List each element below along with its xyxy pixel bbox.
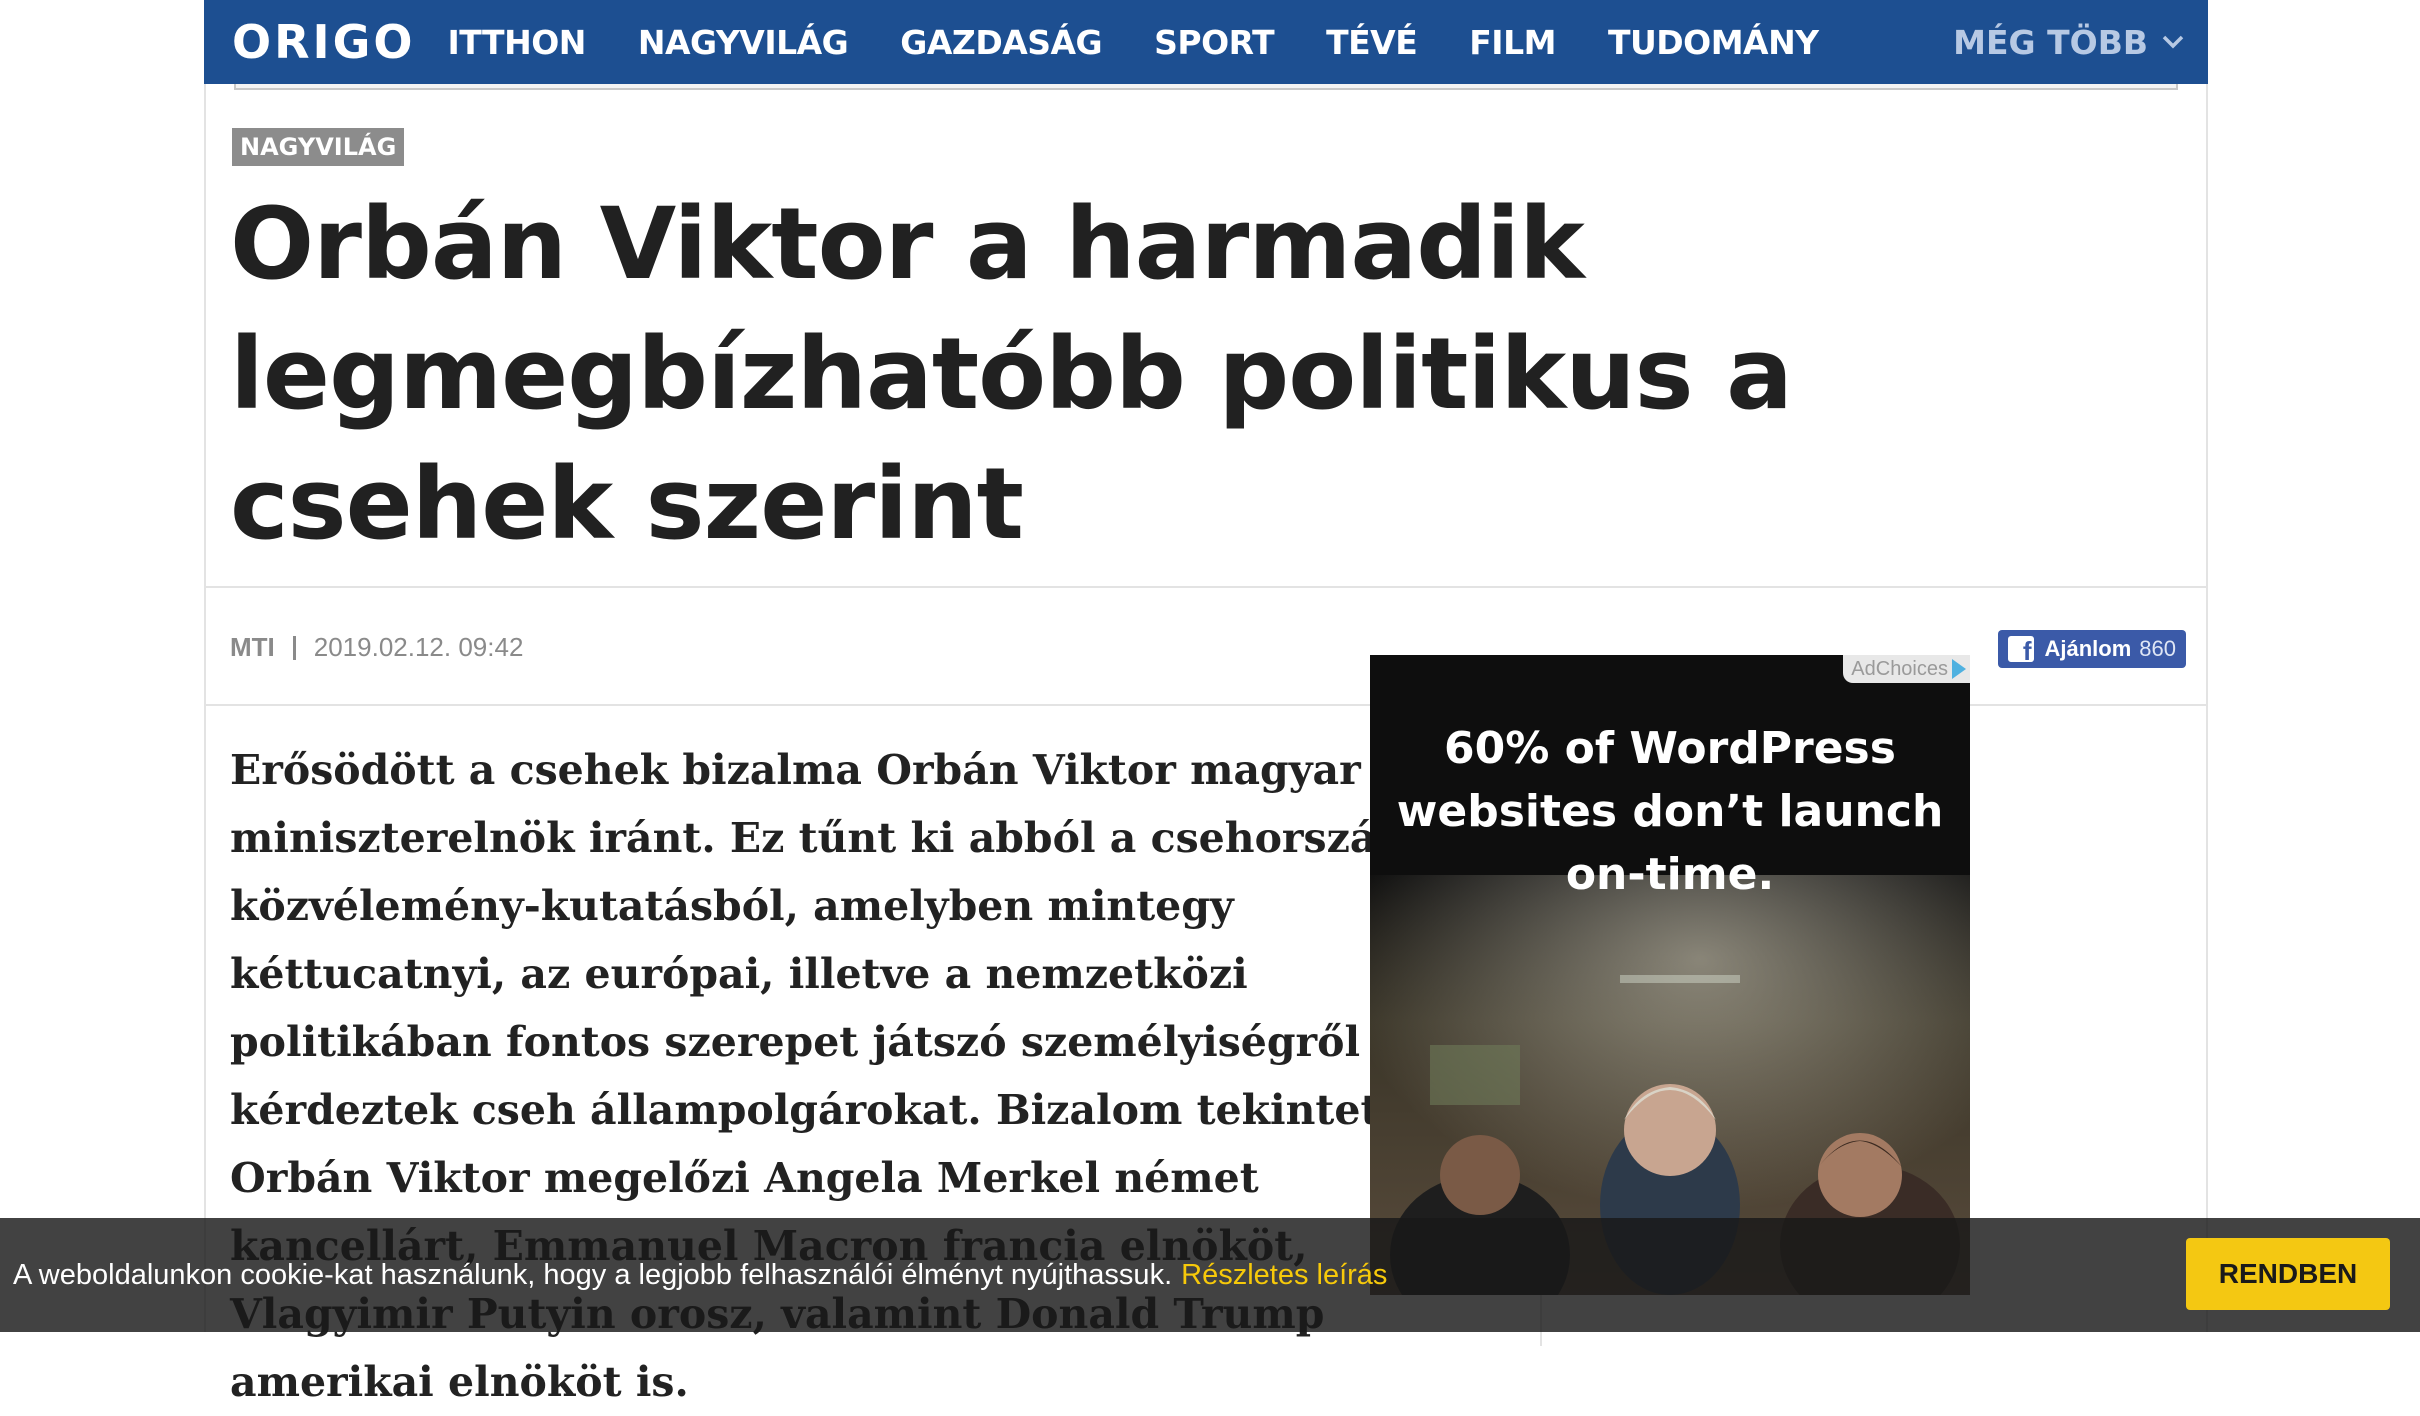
- divider: [206, 586, 2206, 588]
- cookie-message-text: A weboldalunkon cookie-kat használunk, h…: [13, 1258, 1173, 1291]
- more-menu-label: MÉG TÖBB: [1953, 22, 2148, 62]
- cookie-message: A weboldalunkon cookie-kat használunk, h…: [13, 1218, 1387, 1332]
- chevron-down-icon: [2162, 35, 2184, 49]
- facebook-like-count: 860: [2139, 636, 2176, 661]
- nav-item-film[interactable]: FILM: [1469, 23, 1556, 62]
- nav-item-itthon[interactable]: ITTHON: [448, 23, 587, 62]
- facebook-icon: f: [2008, 636, 2035, 662]
- adchoices-icon: [1952, 659, 1966, 679]
- facebook-like-button[interactable]: f Ajánlom 860: [1998, 630, 2186, 668]
- article-source: MTI: [230, 632, 275, 662]
- top-navigation: ORIGO ITTHON NAGYVILÁG GAZDASÁG SPORT TÉ…: [204, 0, 2208, 84]
- adchoices-label: AdChoices: [1851, 657, 1948, 680]
- cookie-details-link[interactable]: Részletes leírás: [1181, 1259, 1387, 1292]
- nav-item-sport[interactable]: SPORT: [1154, 23, 1274, 62]
- adchoices-badge[interactable]: AdChoices: [1843, 655, 1970, 683]
- site-logo[interactable]: ORIGO: [232, 0, 416, 84]
- article-title: Orbán Viktor a harmadik legmegbízhatóbb …: [230, 187, 1793, 562]
- meta-separator: [292, 635, 296, 660]
- article-date: 2019.02.12. 09:42: [313, 632, 524, 662]
- advertisement[interactable]: AdChoices 60% of WordPress websites don’…: [1370, 655, 1970, 1295]
- article-meta: MTI 2019.02.12. 09:42: [230, 632, 523, 663]
- nav-menu: ITTHON NAGYVILÁG GAZDASÁG SPORT TÉVÉ FIL…: [448, 23, 1871, 62]
- cookie-accept-button[interactable]: RENDBEN: [2186, 1238, 2390, 1310]
- facebook-like-label: Ajánlom: [2044, 636, 2132, 661]
- more-menu-button[interactable]: MÉG TÖBB: [1953, 0, 2184, 84]
- nav-item-teve[interactable]: TÉVÉ: [1326, 23, 1418, 62]
- cookie-consent-bar: A weboldalunkon cookie-kat használunk, h…: [0, 1218, 2420, 1332]
- category-badge[interactable]: NAGYVILÁG: [232, 128, 405, 166]
- nav-item-gazdasag[interactable]: GAZDASÁG: [900, 23, 1102, 62]
- ad-headline: 60% of WordPress websites don’t launch o…: [1396, 723, 1944, 900]
- nav-item-tudomany[interactable]: TUDOMÁNY: [1608, 23, 1819, 62]
- nav-item-nagyvilag[interactable]: NAGYVILÁG: [638, 23, 849, 62]
